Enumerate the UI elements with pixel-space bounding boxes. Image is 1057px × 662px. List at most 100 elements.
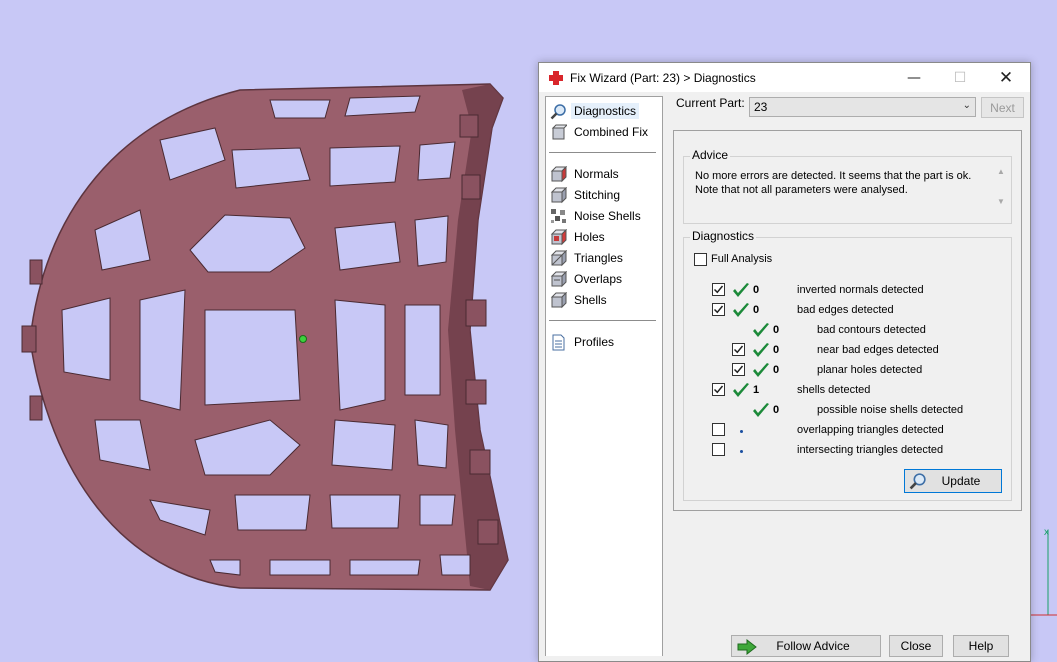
advice-line-1: No more errors are detected. It seems th… <box>695 170 972 182</box>
diagnostic-label: overlapping triangles detected <box>797 424 944 436</box>
follow-advice-button[interactable]: Follow Advice <box>731 635 881 657</box>
title-bar[interactable]: Fix Wizard (Part: 23) > Diagnostics — ☐ … <box>539 63 1030 92</box>
nav-item-holes[interactable]: Holes <box>550 227 608 247</box>
diagnostic-row: intersecting triangles detected <box>684 442 1004 460</box>
nav-item-normals[interactable]: Normals <box>550 164 622 184</box>
diagnostic-count: 1 <box>753 384 760 396</box>
overlaps-cube-icon <box>550 270 567 287</box>
nav-item-noise-shells[interactable]: Noise Shells <box>550 206 644 226</box>
advice-scrollbar[interactable]: ▲ ▼ <box>995 167 1007 211</box>
holes-cube-icon <box>550 228 567 245</box>
diagnostic-count: 0 <box>773 324 780 336</box>
diagnostic-row: overlapping triangles detected <box>684 422 1004 440</box>
diagnostic-label: bad edges detected <box>797 304 894 316</box>
diagnostic-count: 0 <box>753 284 760 296</box>
diagnostic-checkbox[interactable] <box>712 423 725 436</box>
diagnostic-checkbox[interactable] <box>712 283 725 296</box>
fix-wizard-nav: Diagnostics Combined Fix Normals Stitchi… <box>545 96 663 656</box>
diagnostic-label: shells detected <box>797 384 871 396</box>
advice-text: No more errors are detected. It seems th… <box>687 165 1011 213</box>
diagnostic-label: inverted normals detected <box>797 284 924 296</box>
window-title: Fix Wizard (Part: 23) > Diagnostics <box>570 70 756 85</box>
diagnostic-row: 0 bad edges detected <box>684 302 1004 320</box>
close-button[interactable]: Close <box>889 635 943 657</box>
diagnostic-label: intersecting triangles detected <box>797 444 944 456</box>
nav-item-stitching[interactable]: Stitching <box>550 185 623 205</box>
advice-group-label: Advice <box>690 148 731 162</box>
nav-divider <box>549 152 656 153</box>
diagnostic-label: bad contours detected <box>817 324 926 336</box>
diagnostic-row: 1 shells detected <box>684 382 1004 400</box>
next-button[interactable]: Next <box>981 97 1024 118</box>
diagnostic-row: 0 bad contours detected <box>684 322 1004 340</box>
shells-cube-icon <box>550 291 567 308</box>
chevron-down-icon: ⌄ <box>962 100 971 111</box>
green-check-icon <box>732 282 750 302</box>
red-cross-icon <box>548 70 564 86</box>
checkmark-icon <box>713 305 724 314</box>
update-button[interactable]: Update <box>904 469 1002 493</box>
triangles-cube-icon <box>550 249 567 266</box>
green-check-icon <box>752 362 770 382</box>
minimize-icon: — <box>907 69 921 86</box>
diagnostics-group-label: Diagnostics <box>690 229 757 243</box>
diagnostic-label: possible noise shells detected <box>817 404 964 416</box>
nav-item-diagnostics[interactable]: Diagnostics <box>550 101 640 121</box>
nav-divider <box>549 320 656 321</box>
maximize-icon: ☐ <box>953 69 967 86</box>
diagnostics-panel: Advice No more errors are detected. It s… <box>673 130 1022 511</box>
green-check-icon <box>752 322 770 342</box>
diagnostic-count: 0 <box>773 404 780 416</box>
diagnostic-row: 0 inverted normals detected <box>684 282 1004 300</box>
full-analysis-checkbox[interactable] <box>694 253 707 266</box>
diagnostic-row: 0 possible noise shells detected <box>684 402 1004 420</box>
diagnostic-label: planar holes detected <box>817 364 923 376</box>
full-analysis-label: Full Analysis <box>711 253 773 265</box>
diagnostic-checkbox[interactable] <box>712 443 725 456</box>
combined-fix-icon <box>551 124 567 139</box>
noise-shells-icon <box>551 208 566 223</box>
advice-line-2: Note that not all parameters were analys… <box>695 184 908 196</box>
scroll-down-icon[interactable]: ▼ <box>997 197 1005 206</box>
nav-item-combined-fix[interactable]: Combined Fix <box>550 122 651 142</box>
diagnostic-checkbox[interactable] <box>732 363 745 376</box>
diagnostic-row: 0 near bad edges detected <box>684 342 1004 360</box>
diagnostic-count: 0 <box>753 304 760 316</box>
magnifier-icon <box>550 103 566 119</box>
green-check-icon <box>732 302 750 322</box>
diagnostic-count: 0 <box>773 344 780 356</box>
diagnostic-count: 0 <box>773 364 780 376</box>
diagnostic-checkbox[interactable] <box>732 343 745 356</box>
checkmark-icon <box>733 345 744 354</box>
minimize-button[interactable]: — <box>891 63 937 92</box>
scroll-up-icon[interactable]: ▲ <box>997 167 1005 176</box>
nav-item-shells[interactable]: Shells <box>550 290 610 310</box>
checkmark-icon <box>713 285 724 294</box>
diagnostic-label: near bad edges detected <box>817 344 939 356</box>
svg-text:x: x <box>1044 527 1049 538</box>
stitching-cube-icon <box>550 186 567 203</box>
help-button[interactable]: Help <box>953 635 1009 657</box>
magnifier-icon <box>909 473 926 490</box>
nav-item-triangles[interactable]: Triangles <box>550 248 626 268</box>
diagnostic-checkbox[interactable] <box>712 383 725 396</box>
nav-item-profiles[interactable]: Profiles <box>550 332 617 352</box>
current-part-label: Current Part: <box>676 96 745 110</box>
checkmark-icon <box>713 385 724 394</box>
nav-item-overlaps[interactable]: Overlaps <box>550 269 625 289</box>
green-check-icon <box>752 402 770 422</box>
diagnostics-group: Diagnostics Full Analysis 0 inverted norm… <box>683 229 1012 501</box>
fix-wizard-dialog: Fix Wizard (Part: 23) > Diagnostics — ☐ … <box>538 62 1031 662</box>
green-check-icon <box>752 342 770 362</box>
arrow-right-icon <box>737 639 757 655</box>
diagnostic-checkbox[interactable] <box>712 303 725 316</box>
current-part-value: 23 <box>754 100 768 114</box>
diagnostic-row: 0 planar holes detected <box>684 362 1004 380</box>
close-window-button[interactable]: ✕ <box>983 63 1029 92</box>
green-check-icon <box>732 382 750 402</box>
checkmark-icon <box>733 365 744 374</box>
maximize-button[interactable]: ☐ <box>937 63 983 92</box>
advice-group: Advice No more errors are detected. It s… <box>683 148 1012 224</box>
document-icon <box>552 334 565 350</box>
current-part-select[interactable]: 23 ⌄ <box>749 97 976 117</box>
